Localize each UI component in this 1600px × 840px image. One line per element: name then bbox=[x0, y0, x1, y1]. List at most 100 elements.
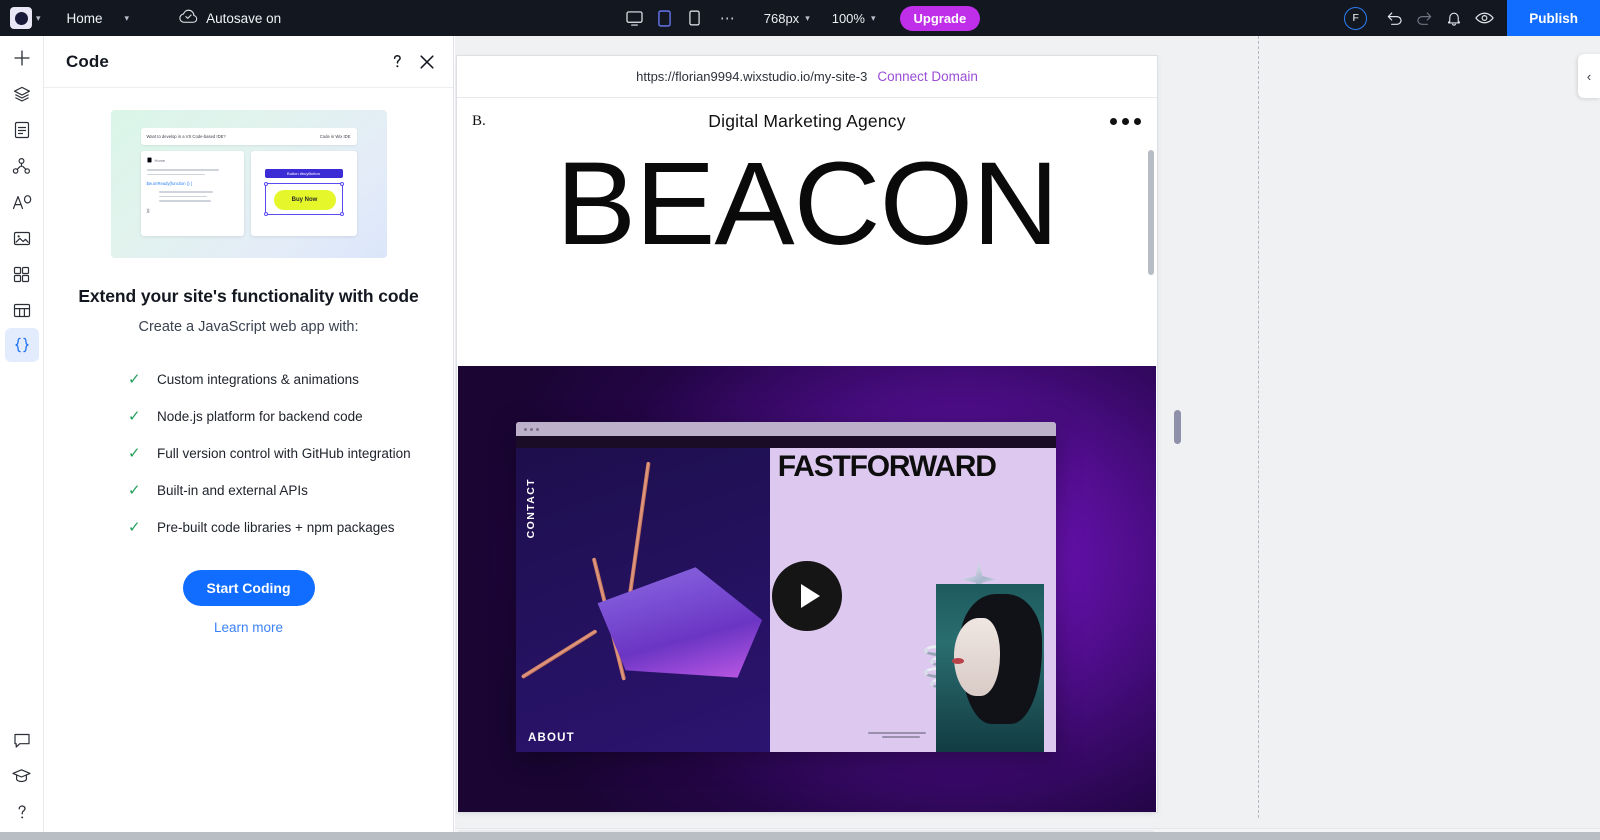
feature-label: Pre-built code libraries + npm packages bbox=[157, 519, 395, 535]
hero-video[interactable]: CONTACT ABOUT FASTFORWARD bbox=[458, 366, 1156, 812]
sidebar-item-code[interactable] bbox=[4, 328, 39, 362]
viewport-tablet-button[interactable] bbox=[650, 5, 680, 31]
sidebar-item-text[interactable] bbox=[0, 184, 44, 220]
code-panel: Code Want to develop in a VS Code-based … bbox=[44, 36, 454, 840]
mockup-titlebar bbox=[516, 422, 1056, 436]
page-title: Code bbox=[66, 51, 109, 71]
feature-label: Node.js platform for backend code bbox=[157, 408, 363, 424]
canvas-stage: https://florian9994.wixstudio.io/my-site… bbox=[455, 36, 1600, 840]
check-icon: ✓ bbox=[128, 370, 141, 388]
nav-contact-label: CONTACT bbox=[525, 478, 537, 539]
illustration-selection-box: Buy Now bbox=[263, 182, 344, 216]
viewport-mobile-button[interactable] bbox=[680, 5, 710, 31]
panel-heading: Extend your site's functionality with co… bbox=[78, 286, 419, 306]
site-vertical-scrollbar[interactable] bbox=[1148, 150, 1154, 275]
zoom-selector[interactable]: 100% ▾ bbox=[832, 11, 876, 26]
illustration-buy-button: Buy Now bbox=[273, 190, 336, 210]
resize-handle[interactable] bbox=[1174, 410, 1181, 444]
sidebar-item-learn[interactable] bbox=[0, 758, 44, 794]
avatar[interactable]: F bbox=[1344, 6, 1368, 30]
eye-icon[interactable] bbox=[1469, 3, 1499, 33]
feature-label: Custom integrations & animations bbox=[157, 371, 359, 387]
breakpoint-value: 768px bbox=[763, 10, 800, 26]
mockup-fine-print bbox=[867, 730, 928, 740]
site-url-bar: https://florian9994.wixstudio.io/my-site… bbox=[457, 56, 1157, 98]
start-coding-button[interactable]: Start Coding bbox=[182, 570, 315, 606]
autosave-status[interactable]: Autosave on bbox=[179, 9, 281, 27]
site-viewport[interactable]: B. Digital Marketing Agency BEACON CONTA… bbox=[457, 98, 1157, 812]
window-bottom-edge bbox=[0, 832, 1600, 840]
chevron-down-icon[interactable]: ▾ bbox=[36, 13, 41, 23]
sidebar-item-help[interactable] bbox=[0, 794, 44, 830]
feature-list: ✓ Custom integrations & animations ✓ Nod… bbox=[66, 361, 431, 545]
rope-decoration bbox=[520, 628, 598, 680]
illustration-promo-text: Want to develop in a VS Code-based IDE? bbox=[146, 134, 226, 139]
feature-label: Full version control with GitHub integra… bbox=[157, 445, 411, 461]
top-bar: ▾ Home ▾ Autosave on ⋯ 768px ▾ 100% ▾ Up… bbox=[0, 0, 1600, 36]
mockup-heading: FASTFORWARD bbox=[777, 450, 997, 483]
workspace-menu[interactable]: ▾ bbox=[0, 7, 41, 29]
list-item: ✓ Full version control with GitHub integ… bbox=[128, 435, 431, 471]
zoom-value: 100% bbox=[831, 10, 865, 26]
sidebar-item-pages[interactable] bbox=[0, 112, 44, 148]
code-panel-header: Code bbox=[44, 36, 453, 88]
connect-domain-link[interactable]: Connect Domain bbox=[877, 69, 978, 84]
illustration-promo-bar: Want to develop in a VS Code-based IDE? … bbox=[140, 128, 357, 145]
more-horizontal-icon[interactable] bbox=[1110, 117, 1141, 125]
check-icon: ✓ bbox=[128, 444, 141, 462]
list-item: ✓ Built-in and external APIs bbox=[128, 472, 431, 508]
sidebar-item-cms[interactable] bbox=[0, 148, 44, 184]
portrait-image bbox=[935, 584, 1044, 752]
viewport-desktop-button[interactable] bbox=[620, 5, 650, 31]
sidebar-item-apps[interactable] bbox=[0, 256, 44, 292]
purple-rock-image bbox=[597, 567, 763, 678]
illustration-canvas-card: Button #buyButton Buy Now bbox=[250, 151, 357, 236]
illustration-code-line: $w.onReady(function () { bbox=[146, 181, 193, 187]
panel-cta-area: Start Coding Learn more bbox=[66, 570, 431, 635]
page-selector[interactable]: Home ▾ bbox=[67, 11, 130, 26]
sidebar-item-tables[interactable] bbox=[0, 292, 44, 328]
learn-more-link[interactable]: Learn more bbox=[66, 620, 431, 635]
check-icon: ✓ bbox=[128, 407, 141, 425]
illustration-code-end: }); bbox=[146, 207, 151, 213]
sidebar-item-feedback[interactable] bbox=[0, 722, 44, 758]
chevron-down-icon[interactable]: ▾ bbox=[871, 13, 876, 23]
check-icon: ✓ bbox=[128, 481, 141, 499]
sidebar-item-media[interactable] bbox=[0, 220, 44, 256]
wix-logo-icon bbox=[10, 7, 32, 29]
page-selector-label: Home bbox=[66, 10, 103, 26]
mockup-left-panel: CONTACT ABOUT bbox=[516, 436, 770, 752]
undo-icon[interactable] bbox=[1379, 3, 1409, 33]
top-bar-right: F Publish bbox=[1344, 0, 1600, 36]
redo-icon[interactable] bbox=[1409, 3, 1439, 33]
chevron-down-icon[interactable]: ▾ bbox=[805, 13, 810, 23]
more-horizontal-icon[interactable]: ⋯ bbox=[714, 5, 742, 31]
site-preview-frame: https://florian9994.wixstudio.io/my-site… bbox=[457, 56, 1157, 812]
play-icon[interactable] bbox=[772, 561, 842, 631]
publish-button[interactable]: Publish bbox=[1507, 0, 1600, 36]
list-item: ✓ Custom integrations & animations bbox=[128, 361, 431, 397]
feature-label: Built-in and external APIs bbox=[157, 482, 308, 498]
chevron-down-icon[interactable]: ▾ bbox=[125, 13, 130, 23]
close-icon[interactable] bbox=[419, 54, 435, 70]
code-panel-body: Want to develop in a VS Code-based IDE? … bbox=[44, 88, 453, 635]
site-title: Digital Marketing Agency bbox=[708, 110, 906, 131]
bell-icon[interactable] bbox=[1439, 3, 1469, 33]
breakpoint-selector[interactable]: 768px ▾ bbox=[764, 11, 810, 26]
illustration-file-label: Home bbox=[154, 157, 166, 163]
code-ide-illustration: Want to develop in a VS Code-based IDE? … bbox=[110, 110, 387, 258]
collapse-panel-button[interactable]: ‹ bbox=[1578, 54, 1600, 98]
panel-actions bbox=[390, 53, 435, 70]
check-icon: ✓ bbox=[128, 518, 141, 536]
list-item: ✓ Pre-built code libraries + npm package… bbox=[128, 509, 431, 545]
illustration-promo-action: Code in Wix IDE bbox=[319, 134, 351, 139]
hero-heading: BEACON bbox=[555, 138, 1059, 270]
editor-root: ▾ Home ▾ Autosave on ⋯ 768px ▾ 100% ▾ Up… bbox=[0, 0, 1600, 840]
top-bar-left: ▾ Home ▾ Autosave on bbox=[0, 0, 281, 36]
upgrade-button[interactable]: Upgrade bbox=[899, 5, 981, 31]
sidebar-item-add[interactable] bbox=[0, 40, 44, 76]
left-rail bbox=[0, 36, 44, 840]
sidebar-item-layers[interactable] bbox=[0, 76, 44, 112]
chevron-left-icon: ‹ bbox=[1586, 68, 1592, 84]
question-mark-icon[interactable] bbox=[390, 53, 405, 70]
